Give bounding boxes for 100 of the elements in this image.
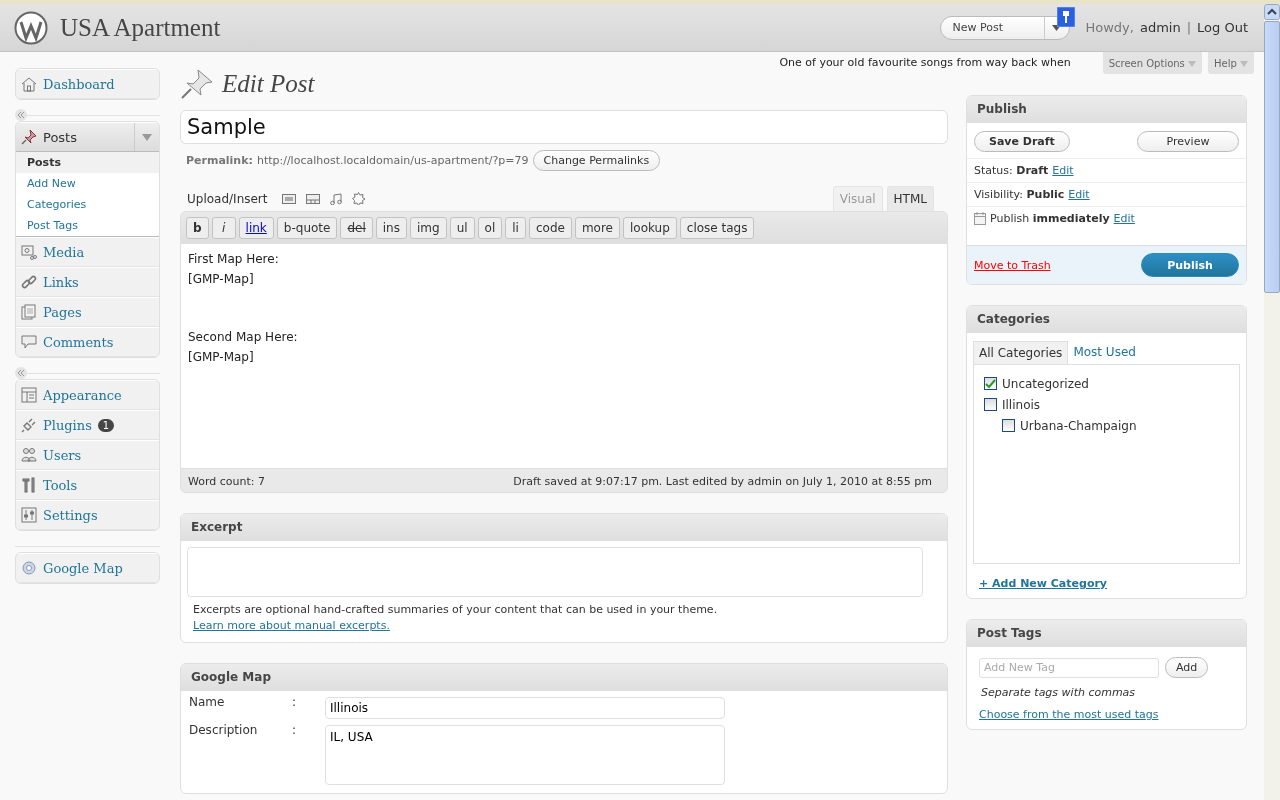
submenu-item[interactable]: Posts	[16, 152, 159, 173]
menu-label: Media	[43, 244, 85, 260]
quicktag-button[interactable]: ol	[477, 217, 503, 239]
scrollbar[interactable]	[1264, 4, 1280, 800]
quicktag-button[interactable]: img	[410, 217, 447, 239]
menu-label: Users	[43, 447, 82, 463]
menu-item[interactable]: Pages	[16, 297, 159, 327]
submenu-item[interactable]: Post Tags	[16, 215, 159, 236]
panel-title: Post Tags	[967, 620, 1246, 647]
pin-icon	[21, 129, 37, 145]
save-draft-button[interactable]: Save Draft	[974, 131, 1070, 152]
edit-link[interactable]: Edit	[1068, 188, 1090, 201]
change-permalinks-button[interactable]: Change Permalinks	[532, 150, 661, 171]
quicktag-button[interactable]: li	[505, 217, 526, 239]
page-title: Edit Post	[222, 70, 315, 98]
permalink-label: Permalink:	[186, 154, 253, 167]
tags-hint-text: Separate tags with commas	[981, 686, 1137, 699]
panel-title: Publish	[967, 96, 1246, 123]
menu-item[interactable]: Tools	[16, 470, 159, 500]
category-label: Uncategorized	[1002, 376, 1089, 391]
quicktag-button[interactable]: lookup	[623, 217, 677, 239]
video-icon[interactable]	[305, 193, 320, 205]
menu-label: Settings	[43, 507, 98, 523]
menu-item[interactable]: Plugins 1	[16, 410, 159, 440]
quicktag-button[interactable]: close tags	[679, 217, 755, 239]
menu-item[interactable]: Posts	[16, 122, 159, 152]
category-tab[interactable]: Most Used	[1068, 341, 1141, 364]
checkbox[interactable]	[984, 377, 997, 390]
publish-setting-text: Status: Draft	[974, 164, 1049, 177]
menu-item[interactable]: Media	[16, 237, 159, 267]
panel-title: Excerpt	[181, 514, 947, 541]
preview-button[interactable]: Preview	[1137, 131, 1239, 152]
music-note-icon[interactable]	[329, 193, 342, 205]
logo-icon	[14, 10, 48, 45]
edit-link[interactable]: Edit	[1113, 212, 1135, 225]
quicktag-button[interactable]: del	[340, 217, 373, 239]
quicktag-button[interactable]: ul	[449, 217, 475, 239]
bubble-icon	[21, 334, 37, 350]
submenu-item[interactable]: Categories	[16, 194, 159, 215]
learn-more-link[interactable]: Learn more about manual excerpts.	[193, 619, 390, 632]
menu-item[interactable]: Links	[16, 267, 159, 297]
category-label: Illinois	[1002, 397, 1041, 412]
screen-options-button[interactable]: Screen Options	[1102, 52, 1202, 74]
logout-link[interactable]: Log Out	[1197, 20, 1248, 35]
checkbox[interactable]	[984, 398, 997, 411]
tag-field[interactable]: Add New Tag	[979, 657, 1159, 678]
quicktag-button[interactable]: b-quote	[276, 217, 338, 239]
publish-button[interactable]: Publish	[1141, 253, 1239, 277]
menu-item[interactable]: Dashboard	[16, 69, 159, 99]
image-icon[interactable]	[281, 193, 296, 205]
scroll-thumb[interactable]	[1264, 21, 1280, 293]
most-used-tags-link[interactable]: Choose from the most used tags	[979, 708, 1159, 721]
move-to-trash-link[interactable]: Move to Trash	[974, 258, 1051, 272]
calendar-icon	[974, 212, 986, 225]
tools-icon	[21, 477, 37, 493]
house-icon	[21, 76, 37, 92]
pushpin-icon	[180, 68, 214, 100]
editor-tab[interactable]: HTML	[886, 186, 934, 211]
star-burst-icon[interactable]	[351, 192, 365, 205]
menu-item[interactable]: Google Map	[16, 553, 159, 583]
quicktag-button[interactable]: b	[186, 217, 209, 239]
description-field[interactable]: IL, USA	[325, 725, 725, 785]
add-tag-button[interactable]: Add	[1165, 657, 1209, 678]
user-link[interactable]: admin	[1139, 20, 1181, 35]
quicktag-button[interactable]: code	[528, 217, 572, 239]
category-tab[interactable]: All Categories	[973, 341, 1069, 364]
help-button[interactable]: Help	[1208, 52, 1254, 74]
checkbox[interactable]	[1002, 419, 1015, 432]
menu-item[interactable]: Settings	[16, 500, 159, 530]
menu-item[interactable]: Users	[16, 440, 159, 470]
quicktag-button[interactable]: i	[211, 217, 236, 239]
excerpt-help-text: Excerpts are optional hand-crafted summaries of your content that can be used in your theme. Learn more about manual excerpts.	[193, 602, 719, 634]
quicktag-button[interactable]: ins	[375, 217, 407, 239]
caret-icon[interactable]	[142, 133, 152, 141]
menu-label: Pages	[43, 304, 82, 320]
collapse-icon[interactable]	[15, 109, 27, 121]
submenu-item[interactable]: Add New	[16, 173, 159, 194]
new-post-button[interactable]: New Post	[939, 15, 1070, 40]
scroll-up-icon[interactable]	[1264, 4, 1280, 20]
name-field[interactable]: Illinois	[325, 697, 725, 719]
excerpt-field[interactable]	[187, 547, 923, 597]
permalink-url: http://localhost.localdomain/us-apartment/?p=79	[256, 154, 529, 167]
post-content-field[interactable]: First Map Here: [GMP-Map] Second Map Here: [GMP-Map]	[181, 243, 947, 468]
separator-text: |	[1186, 20, 1192, 35]
post-title-field[interactable]: Sample	[180, 110, 948, 144]
save-status-text: Draft saved at 9:07:17 pm. Last edited by admin on July 1, 2010 at 8:55 pm	[513, 475, 932, 488]
menu-label: Tools	[43, 477, 78, 493]
key-icon	[1057, 7, 1075, 27]
quicktag-button[interactable]: more	[574, 217, 620, 239]
menu-label: Posts	[43, 129, 77, 145]
quicktag-button[interactable]: link	[238, 217, 274, 239]
add-new-category-link[interactable]: + Add New Category	[979, 577, 1108, 590]
site-title[interactable]: USA Apartment	[60, 13, 221, 42]
edit-link[interactable]: Edit	[1052, 164, 1074, 177]
menu-item[interactable]: Comments	[16, 327, 159, 357]
menu-item[interactable]: Appearance	[16, 380, 159, 410]
field-label: Name	[189, 695, 226, 709]
layout-icon	[21, 387, 37, 403]
collapse-icon[interactable]	[15, 367, 27, 379]
menu-label: Appearance	[43, 387, 122, 403]
